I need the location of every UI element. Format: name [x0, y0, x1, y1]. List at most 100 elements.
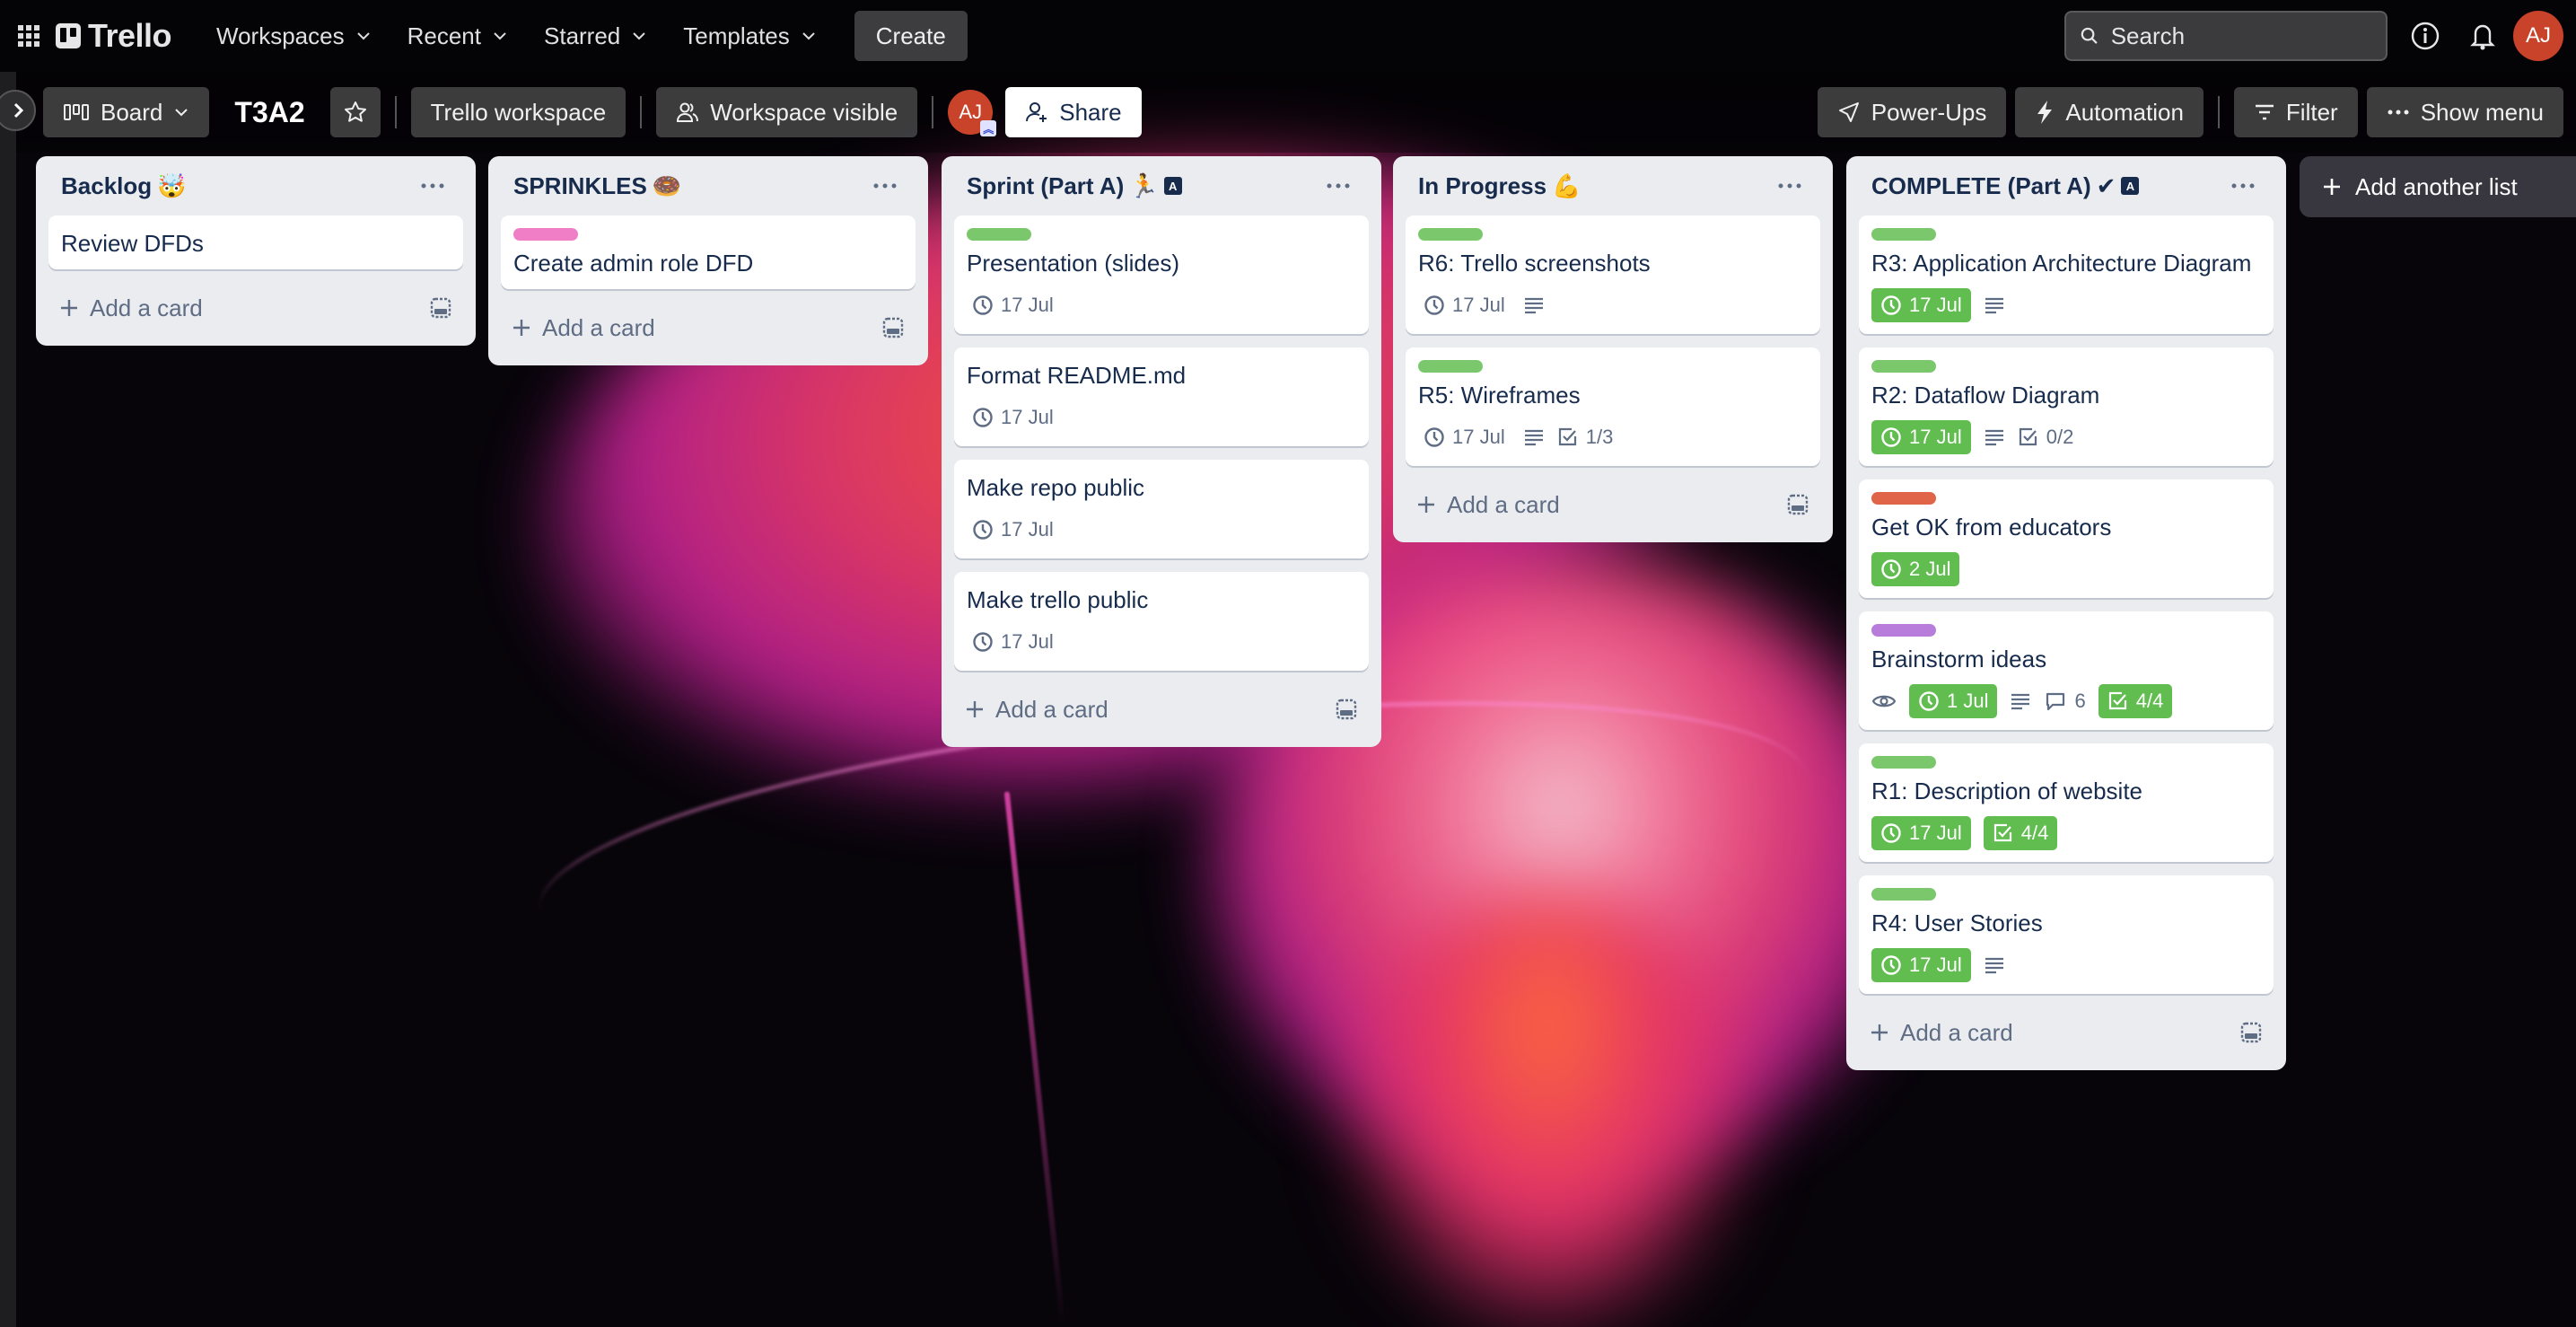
list-actions-button[interactable]	[1320, 168, 1356, 204]
card-label-pink[interactable]	[513, 228, 578, 241]
workspaces-menu[interactable]: Workspaces	[198, 11, 390, 61]
card[interactable]: Format README.md 17 Jul	[954, 347, 1369, 446]
card-label-green[interactable]	[967, 228, 1031, 241]
create-from-template-button[interactable]	[2239, 1021, 2263, 1044]
list-emoji: 🤯	[157, 171, 187, 199]
due-date-badge[interactable]: 17 Jul	[967, 627, 1059, 657]
due-date-badge[interactable]: 17 Jul	[1871, 420, 1971, 454]
due-date-badge[interactable]: 17 Jul	[1871, 288, 1971, 322]
create-from-template-button[interactable]	[881, 316, 905, 339]
notifications-bell-icon[interactable]	[2463, 16, 2502, 56]
show-menu-button[interactable]: Show menu	[2366, 87, 2563, 137]
workspace-button[interactable]: Trello workspace	[410, 87, 626, 137]
due-date-badge[interactable]: 1 Jul	[1909, 684, 1998, 718]
card-label-green[interactable]	[1871, 228, 1936, 241]
list-header[interactable]: In Progress 💪	[1406, 156, 1820, 215]
card[interactable]: Create admin role DFD	[501, 215, 916, 289]
card[interactable]: R1: Description of website 17 Jul 4/4	[1859, 743, 2274, 862]
list-header[interactable]: SPRINKLES 🍩	[501, 156, 916, 215]
board-title[interactable]: T3A2	[209, 96, 329, 129]
create-from-template-button[interactable]	[1786, 493, 1809, 516]
due-date-badge[interactable]: 17 Jul	[1871, 948, 1971, 982]
list-actions-button[interactable]	[1772, 168, 1808, 204]
clock-icon	[1424, 427, 1444, 447]
add-card-button[interactable]: Add a card	[1416, 491, 1560, 519]
search-box[interactable]	[2064, 11, 2388, 61]
card[interactable]: Brainstorm ideas 1 Jul 6 4/4	[1859, 611, 2274, 730]
card[interactable]: Make repo public 17 Jul	[954, 460, 1369, 558]
recent-menu[interactable]: Recent	[390, 11, 526, 61]
due-date-badge[interactable]: 17 Jul	[1418, 290, 1511, 321]
list-emoji: 🏃	[1129, 171, 1159, 199]
templates-menu[interactable]: Templates	[665, 11, 835, 61]
due-date-badge[interactable]: 17 Jul	[1418, 422, 1511, 453]
card[interactable]: R2: Dataflow Diagram 17 Jul 0/2	[1859, 347, 2274, 466]
card-label-purple[interactable]	[1871, 624, 1936, 637]
card-badges: 17 Jul	[1871, 947, 2261, 983]
list: SPRINKLES 🍩 Create admin role DFD Add a …	[488, 156, 928, 365]
info-icon[interactable]	[2405, 16, 2445, 56]
card[interactable]: R4: User Stories 17 Jul	[1859, 875, 2274, 994]
list-actions-button[interactable]	[415, 168, 451, 204]
list-header[interactable]: Sprint (Part A) 🏃 A	[954, 156, 1369, 215]
card[interactable]: Review DFDs	[48, 215, 463, 269]
list-header[interactable]: COMPLETE (Part A) ✔ A	[1859, 156, 2274, 215]
add-card-button[interactable]: Add a card	[59, 294, 203, 322]
card-label-red[interactable]	[1871, 492, 1936, 505]
due-date-badge[interactable]: 17 Jul	[967, 290, 1059, 321]
automation-button[interactable]: Automation	[2015, 87, 2204, 137]
card-title: R2: Dataflow Diagram	[1871, 382, 2100, 409]
checklist-count: 1/3	[1585, 426, 1614, 448]
create-from-template-button[interactable]	[429, 296, 452, 320]
chevron-down-icon	[633, 32, 645, 40]
checklist-icon	[1558, 427, 1576, 446]
card-badges: 1 Jul 6 4/4	[1871, 683, 2261, 719]
card[interactable]: Make trello public 17 Jul	[954, 572, 1369, 671]
clock-icon	[973, 520, 993, 540]
add-card-button[interactable]: Add a card	[512, 314, 655, 342]
due-date-badge[interactable]: 17 Jul	[967, 402, 1059, 433]
due-date-badge[interactable]: 17 Jul	[1871, 816, 1971, 850]
card[interactable]: Get OK from educators 2 Jul	[1859, 479, 2274, 598]
add-list-button[interactable]: Add another list	[2300, 156, 2576, 217]
due-date-badge[interactable]: 2 Jul	[1871, 552, 1960, 586]
card-label-green[interactable]	[1871, 756, 1936, 769]
due-date-badge[interactable]: 17 Jul	[967, 514, 1059, 545]
list-header[interactable]: Backlog 🤯	[48, 156, 463, 215]
add-card-button[interactable]: Add a card	[1870, 1019, 2013, 1047]
visibility-button[interactable]: Workspace visible	[656, 87, 918, 137]
starred-menu[interactable]: Starred	[526, 11, 665, 61]
more-dots-icon	[2388, 110, 2409, 115]
search-input[interactable]	[2110, 22, 2371, 50]
card[interactable]: R3: Application Architecture Diagram 17 …	[1859, 215, 2274, 334]
card-title: R5: Wireframes	[1418, 382, 1581, 409]
share-button[interactable]: Share	[1005, 87, 1142, 137]
account-avatar[interactable]: AJ	[2513, 11, 2563, 61]
app-switcher-icon[interactable]	[13, 20, 45, 52]
trello-logo[interactable]: Trello	[56, 17, 172, 55]
card-label-green[interactable]	[1871, 360, 1936, 373]
plus-icon	[967, 701, 983, 717]
power-ups-button[interactable]: Power-Ups	[1817, 87, 2007, 137]
watching-eye-icon	[1871, 695, 1897, 707]
card[interactable]: R6: Trello screenshots 17 Jul	[1406, 215, 1820, 334]
list-actions-button[interactable]	[867, 168, 903, 204]
card-label-green[interactable]	[1418, 228, 1483, 241]
add-card-row: Add a card	[1406, 479, 1820, 530]
description-badge	[2010, 692, 2031, 710]
due-date-text: 2 Jul	[1909, 558, 1951, 580]
card[interactable]: Presentation (slides) 17 Jul	[954, 215, 1369, 334]
list-actions-icon	[1327, 183, 1350, 189]
board-member-avatar[interactable]: AJ ︽	[948, 90, 997, 136]
filter-button[interactable]: Filter	[2233, 87, 2358, 137]
list-actions-button[interactable]	[2225, 168, 2261, 204]
chevron-right-icon	[13, 102, 24, 119]
card[interactable]: R5: Wireframes 17 Jul 1/3	[1406, 347, 1820, 466]
board-view-switcher[interactable]: Board	[43, 87, 210, 137]
star-board-button[interactable]	[329, 87, 381, 137]
create-from-template-button[interactable]	[1335, 698, 1358, 721]
card-label-green[interactable]	[1418, 360, 1483, 373]
card-label-green[interactable]	[1871, 888, 1936, 901]
add-card-button[interactable]: Add a card	[965, 696, 1108, 724]
create-button[interactable]: Create	[854, 11, 968, 61]
